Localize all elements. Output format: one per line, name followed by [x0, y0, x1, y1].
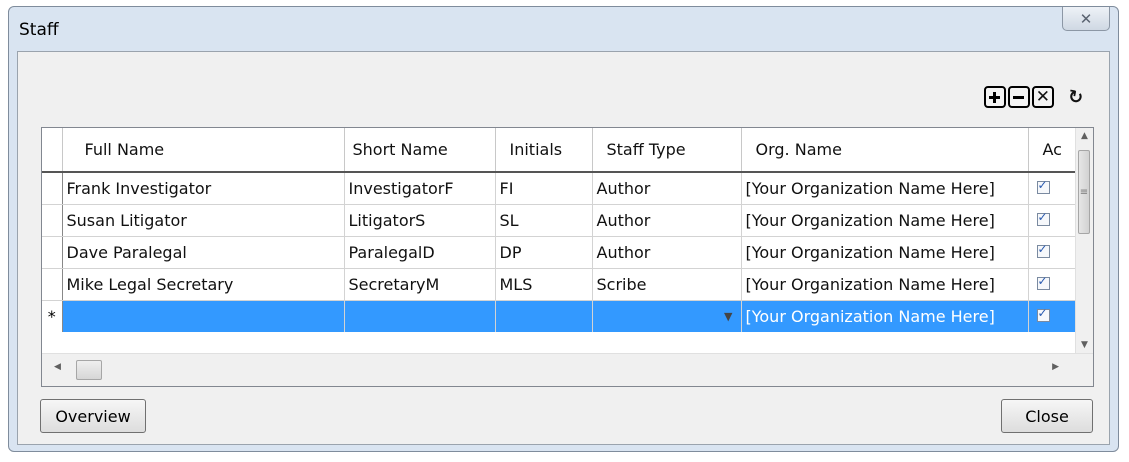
active-checkbox[interactable] — [1036, 210, 1050, 226]
x-icon[interactable]: ✕ — [1031, 86, 1054, 108]
staff-grid[interactable]: Full Name Short Name Initials Staff Type… — [41, 127, 1094, 387]
scroll-down-icon[interactable]: ▼ — [1076, 337, 1093, 354]
cell-short-name[interactable]: SecretaryM — [344, 268, 496, 301]
cell-initials[interactable]: MLS — [495, 268, 593, 301]
cell-short-name[interactable]: ParalegalD — [344, 236, 496, 269]
table-row[interactable]: Frank Investigator InvestigatorF FI Auth… — [42, 172, 1079, 205]
column-header-short-name[interactable]: Short Name — [344, 128, 496, 173]
cell-staff-type[interactable]: Author — [592, 204, 742, 237]
chevron-down-icon[interactable]: ▼ — [724, 310, 732, 323]
row-selector[interactable] — [42, 204, 63, 237]
vertical-scroll-thumb[interactable]: ≡ — [1078, 150, 1090, 234]
cell-short-name[interactable]: InvestigatorF — [344, 172, 496, 205]
minus-icon[interactable] — [1007, 86, 1030, 108]
cell-org-name[interactable]: [Your Organization Name Here] — [740, 268, 1029, 301]
cell-active[interactable] — [1028, 204, 1079, 237]
table-row[interactable]: Mike Legal Secretary SecretaryM MLS Scri… — [42, 268, 1079, 301]
scroll-right-icon[interactable]: ▶ — [1052, 362, 1059, 372]
cell-active[interactable] — [1028, 300, 1079, 333]
scroll-up-icon[interactable]: ▲ — [1076, 128, 1093, 145]
table-row[interactable]: Dave Paralegal ParalegalD DP Author [You… — [42, 236, 1079, 269]
cell-staff-type[interactable]: Author — [592, 236, 742, 269]
cell-full-name[interactable]: Mike Legal Secretary — [62, 268, 345, 301]
window-title: Staff — [19, 20, 59, 40]
cell-org-name[interactable]: [Your Organization Name Here] — [740, 300, 1029, 333]
cell-active[interactable] — [1028, 236, 1079, 269]
cell-initials[interactable]: DP — [495, 236, 593, 269]
cell-staff-type[interactable]: Scribe — [592, 268, 742, 301]
cell-initials[interactable] — [495, 300, 593, 333]
cell-full-name[interactable] — [62, 300, 345, 333]
title-bar: Staff ✕ — [9, 7, 1118, 49]
column-header-org-name[interactable]: Org. Name — [741, 128, 1029, 173]
cell-full-name[interactable]: Susan Litigator — [62, 204, 345, 237]
cell-initials[interactable]: FI — [495, 172, 593, 205]
new-row-marker: * — [42, 300, 63, 333]
cell-short-name[interactable] — [344, 300, 496, 333]
row-selector[interactable] — [42, 236, 63, 269]
grid-toolbar: ✕ ↻ — [983, 85, 1085, 109]
column-header-initials[interactable]: Initials — [495, 128, 593, 173]
cell-active[interactable] — [1028, 172, 1079, 205]
cell-full-name[interactable]: Frank Investigator — [62, 172, 345, 205]
horizontal-scroll-thumb[interactable] — [76, 360, 102, 380]
vertical-scrollbar[interactable]: ▲ ≡ ▼ — [1075, 128, 1093, 354]
cell-initials[interactable]: SL — [495, 204, 593, 237]
horizontal-scrollbar[interactable]: ◀ ▶ — [42, 353, 1093, 386]
cell-org-name[interactable]: [Your Organization Name Here] — [740, 172, 1029, 205]
staff-table: Full Name Short Name Initials Staff Type… — [42, 128, 1079, 333]
refresh-icon[interactable]: ↻ — [1066, 85, 1085, 108]
cell-org-name[interactable]: [Your Organization Name Here] — [740, 236, 1029, 269]
active-checkbox[interactable] — [1036, 306, 1050, 322]
row-selector[interactable] — [42, 268, 63, 301]
cell-staff-type[interactable]: Author — [592, 172, 742, 205]
window-close-icon[interactable]: ✕ — [1062, 7, 1110, 31]
scroll-left-icon[interactable]: ◀ — [54, 362, 61, 372]
cell-org-name[interactable]: [Your Organization Name Here] — [740, 204, 1029, 237]
active-checkbox[interactable] — [1036, 274, 1050, 290]
row-selector[interactable] — [42, 172, 63, 205]
overview-button[interactable]: Overview — [40, 399, 146, 433]
column-header-active[interactable]: Ac — [1028, 128, 1079, 173]
table-row[interactable]: Susan Litigator LitigatorS SL Author [Yo… — [42, 204, 1079, 237]
staff-type-dropdown[interactable]: ▼ — [592, 300, 742, 333]
column-header-full-name[interactable]: Full Name — [62, 128, 345, 173]
active-checkbox[interactable] — [1036, 242, 1050, 258]
plus-icon[interactable] — [983, 86, 1006, 108]
new-row[interactable]: * ▼ [Your Organization Name Here] — [42, 300, 1079, 333]
active-checkbox[interactable] — [1036, 178, 1050, 194]
staff-dialog: Staff ✕ ✕ ↻ Full Name Short Name Initial… — [8, 6, 1119, 452]
column-header-staff-type[interactable]: Staff Type — [592, 128, 742, 173]
dialog-body: ✕ ↻ Full Name Short Name Initials Staff … — [17, 51, 1110, 445]
row-header-corner — [42, 128, 63, 173]
cell-full-name[interactable]: Dave Paralegal — [62, 236, 345, 269]
close-button[interactable]: Close — [1001, 399, 1093, 433]
cell-active[interactable] — [1028, 268, 1079, 301]
cell-short-name[interactable]: LitigatorS — [344, 204, 496, 237]
